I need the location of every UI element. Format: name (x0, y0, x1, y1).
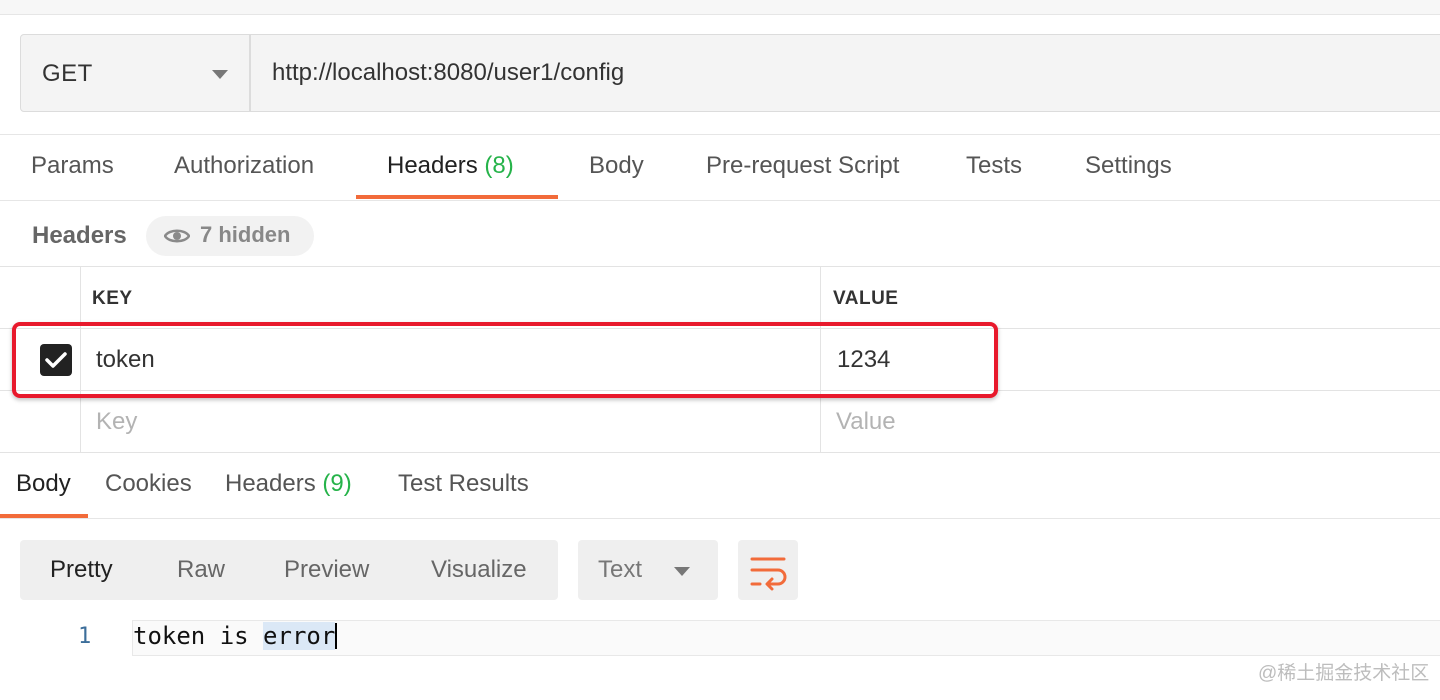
response-body-text[interactable]: token is error (133, 622, 338, 650)
preview-button[interactable]: Preview (284, 556, 369, 584)
tab-headers-label: Headers (387, 152, 478, 179)
active-tab-indicator (356, 195, 558, 199)
visualize-button[interactable]: Visualize (431, 556, 527, 584)
tab-params[interactable]: Params (31, 152, 114, 180)
response-tab-cookies[interactable]: Cookies (105, 470, 192, 498)
tab-headers[interactable]: Headers (8) (387, 152, 514, 180)
watermark: @稀土掘金技术社区 (1258, 663, 1430, 684)
response-tab-test-results[interactable]: Test Results (398, 470, 529, 498)
tab-pre-request-script[interactable]: Pre-request Script (706, 152, 899, 180)
highlight-annotation (12, 322, 998, 398)
new-key-input[interactable]: Key (96, 408, 137, 436)
new-value-input[interactable]: Value (836, 408, 896, 436)
divider (0, 518, 1440, 519)
response-tab-headers[interactable]: Headers (9) (225, 470, 352, 498)
tab-headers-count: (8) (484, 152, 514, 179)
line-number: 1 (78, 624, 92, 649)
response-tab-headers-label: Headers (225, 470, 316, 497)
response-tab-body[interactable]: Body (16, 470, 71, 498)
headers-section-title: Headers (32, 222, 127, 249)
divider (0, 134, 1440, 135)
tab-tests[interactable]: Tests (966, 152, 1022, 180)
text-cursor (335, 623, 338, 649)
response-text-selected: error (263, 622, 336, 650)
eye-icon (164, 229, 190, 243)
tab-body[interactable]: Body (589, 152, 644, 180)
tab-authorization[interactable]: Authorization (174, 152, 314, 180)
raw-button[interactable]: Raw (177, 556, 225, 584)
value-column-header: VALUE (833, 288, 899, 309)
response-tab-headers-count: (9) (322, 470, 352, 497)
pretty-button[interactable]: Pretty (50, 556, 113, 584)
chevron-down-icon[interactable] (212, 70, 228, 79)
tab-settings[interactable]: Settings (1085, 152, 1172, 180)
chevron-down-icon (674, 567, 690, 576)
top-strip (0, 0, 1440, 15)
key-column-header: KEY (92, 288, 133, 309)
table-border (0, 266, 1440, 267)
content-type-label: Text (598, 556, 643, 583)
table-border (0, 452, 1440, 453)
url-text[interactable]: http://localhost:8080/user1/config (272, 59, 624, 87)
wrap-lines-button[interactable] (738, 540, 798, 600)
hidden-headers-label[interactable]: 7 hidden (200, 222, 290, 248)
method-label: GET (42, 60, 93, 87)
divider (0, 200, 1440, 201)
wrap-lines-icon (750, 557, 787, 591)
response-text-plain: token is (133, 622, 264, 650)
